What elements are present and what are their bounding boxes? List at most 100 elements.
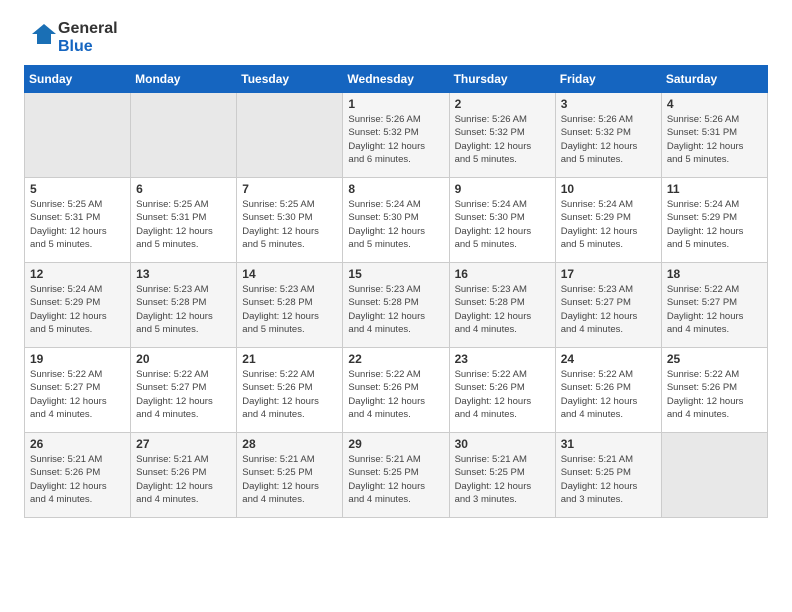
calendar-cell: 12 Sunrise: 5:24 AM Sunset: 5:29 PM Dayli… xyxy=(25,263,131,348)
day-info: Sunrise: 5:24 AM Sunset: 5:29 PM Dayligh… xyxy=(30,283,125,336)
day-number: 7 xyxy=(242,182,337,196)
week-row-3: 19 Sunrise: 5:22 AM Sunset: 5:27 PM Dayli… xyxy=(25,348,768,433)
week-row-0: 1 Sunrise: 5:26 AM Sunset: 5:32 PM Daylig… xyxy=(25,93,768,178)
day-info: Sunrise: 5:22 AM Sunset: 5:27 PM Dayligh… xyxy=(136,368,231,421)
day-number: 4 xyxy=(667,97,762,111)
day-number: 11 xyxy=(667,182,762,196)
logo-bird-icon xyxy=(24,22,56,54)
calendar-cell xyxy=(131,93,237,178)
calendar-cell: 13 Sunrise: 5:23 AM Sunset: 5:28 PM Dayli… xyxy=(131,263,237,348)
header-day-saturday: Saturday xyxy=(661,66,767,93)
day-number: 15 xyxy=(348,267,443,281)
day-number: 17 xyxy=(561,267,656,281)
day-info: Sunrise: 5:23 AM Sunset: 5:28 PM Dayligh… xyxy=(455,283,550,336)
day-info: Sunrise: 5:22 AM Sunset: 5:26 PM Dayligh… xyxy=(348,368,443,421)
day-info: Sunrise: 5:21 AM Sunset: 5:26 PM Dayligh… xyxy=(136,453,231,506)
calendar-cell: 17 Sunrise: 5:23 AM Sunset: 5:27 PM Dayli… xyxy=(555,263,661,348)
header: General Blue xyxy=(24,20,768,55)
calendar-cell: 10 Sunrise: 5:24 AM Sunset: 5:29 PM Dayli… xyxy=(555,178,661,263)
day-info: Sunrise: 5:23 AM Sunset: 5:27 PM Dayligh… xyxy=(561,283,656,336)
calendar-cell: 16 Sunrise: 5:23 AM Sunset: 5:28 PM Dayli… xyxy=(449,263,555,348)
week-row-1: 5 Sunrise: 5:25 AM Sunset: 5:31 PM Daylig… xyxy=(25,178,768,263)
day-info: Sunrise: 5:24 AM Sunset: 5:30 PM Dayligh… xyxy=(348,198,443,251)
day-number: 1 xyxy=(348,97,443,111)
day-info: Sunrise: 5:26 AM Sunset: 5:31 PM Dayligh… xyxy=(667,113,762,166)
calendar-cell: 3 Sunrise: 5:26 AM Sunset: 5:32 PM Daylig… xyxy=(555,93,661,178)
calendar-cell: 23Sunrise: 5:22 AM Sunset: 5:26 PM Dayli… xyxy=(449,348,555,433)
logo: General Blue xyxy=(24,20,118,55)
calendar-cell: 20 Sunrise: 5:22 AM Sunset: 5:27 PM Dayli… xyxy=(131,348,237,433)
day-info: Sunrise: 5:26 AM Sunset: 5:32 PM Dayligh… xyxy=(561,113,656,166)
calendar-cell: 21 Sunrise: 5:22 AM Sunset: 5:26 PM Dayli… xyxy=(237,348,343,433)
calendar-cell: 19 Sunrise: 5:22 AM Sunset: 5:27 PM Dayli… xyxy=(25,348,131,433)
day-number: 30 xyxy=(455,437,550,451)
day-info: Sunrise: 5:22 AM Sunset: 5:26 PM Dayligh… xyxy=(667,368,762,421)
calendar-cell: 27Sunrise: 5:21 AM Sunset: 5:26 PM Dayli… xyxy=(131,433,237,518)
calendar-cell xyxy=(237,93,343,178)
day-info: Sunrise: 5:24 AM Sunset: 5:29 PM Dayligh… xyxy=(561,198,656,251)
day-info: Sunrise: 5:21 AM Sunset: 5:25 PM Dayligh… xyxy=(561,453,656,506)
logo-text-general: General xyxy=(58,20,118,38)
calendar-cell: 9Sunrise: 5:24 AM Sunset: 5:30 PM Daylig… xyxy=(449,178,555,263)
day-number: 31 xyxy=(561,437,656,451)
logo-graphic: General Blue xyxy=(24,20,118,55)
day-number: 10 xyxy=(561,182,656,196)
day-number: 18 xyxy=(667,267,762,281)
calendar-cell: 25Sunrise: 5:22 AM Sunset: 5:26 PM Dayli… xyxy=(661,348,767,433)
day-number: 26 xyxy=(30,437,125,451)
day-number: 23 xyxy=(455,352,550,366)
day-number: 2 xyxy=(455,97,550,111)
header-day-sunday: Sunday xyxy=(25,66,131,93)
calendar-cell: 15 Sunrise: 5:23 AM Sunset: 5:28 PM Dayli… xyxy=(343,263,449,348)
day-info: Sunrise: 5:23 AM Sunset: 5:28 PM Dayligh… xyxy=(348,283,443,336)
header-day-monday: Monday xyxy=(131,66,237,93)
day-info: Sunrise: 5:22 AM Sunset: 5:27 PM Dayligh… xyxy=(30,368,125,421)
calendar-cell: 5 Sunrise: 5:25 AM Sunset: 5:31 PM Daylig… xyxy=(25,178,131,263)
day-number: 3 xyxy=(561,97,656,111)
day-number: 16 xyxy=(455,267,550,281)
week-row-2: 12 Sunrise: 5:24 AM Sunset: 5:29 PM Dayli… xyxy=(25,263,768,348)
header-day-tuesday: Tuesday xyxy=(237,66,343,93)
day-number: 13 xyxy=(136,267,231,281)
calendar-cell: 24Sunrise: 5:22 AM Sunset: 5:26 PM Dayli… xyxy=(555,348,661,433)
day-number: 28 xyxy=(242,437,337,451)
day-number: 6 xyxy=(136,182,231,196)
day-number: 19 xyxy=(30,352,125,366)
calendar-cell: 4 Sunrise: 5:26 AM Sunset: 5:31 PM Daylig… xyxy=(661,93,767,178)
day-info: Sunrise: 5:25 AM Sunset: 5:31 PM Dayligh… xyxy=(30,198,125,251)
day-number: 24 xyxy=(561,352,656,366)
header-row: SundayMondayTuesdayWednesdayThursdayFrid… xyxy=(25,66,768,93)
day-info: Sunrise: 5:23 AM Sunset: 5:28 PM Dayligh… xyxy=(136,283,231,336)
calendar-cell: 29Sunrise: 5:21 AM Sunset: 5:25 PM Dayli… xyxy=(343,433,449,518)
day-number: 5 xyxy=(30,182,125,196)
day-number: 29 xyxy=(348,437,443,451)
day-info: Sunrise: 5:25 AM Sunset: 5:31 PM Dayligh… xyxy=(136,198,231,251)
day-info: Sunrise: 5:24 AM Sunset: 5:29 PM Dayligh… xyxy=(667,198,762,251)
day-info: Sunrise: 5:22 AM Sunset: 5:26 PM Dayligh… xyxy=(242,368,337,421)
logo-text-blue: Blue xyxy=(58,38,118,56)
calendar-table: SundayMondayTuesdayWednesdayThursdayFrid… xyxy=(24,65,768,518)
day-number: 8 xyxy=(348,182,443,196)
day-info: Sunrise: 5:21 AM Sunset: 5:25 PM Dayligh… xyxy=(242,453,337,506)
day-info: Sunrise: 5:24 AM Sunset: 5:30 PM Dayligh… xyxy=(455,198,550,251)
day-info: Sunrise: 5:26 AM Sunset: 5:32 PM Dayligh… xyxy=(348,113,443,166)
header-day-friday: Friday xyxy=(555,66,661,93)
day-info: Sunrise: 5:25 AM Sunset: 5:30 PM Dayligh… xyxy=(242,198,337,251)
day-info: Sunrise: 5:22 AM Sunset: 5:27 PM Dayligh… xyxy=(667,283,762,336)
header-day-thursday: Thursday xyxy=(449,66,555,93)
calendar-cell xyxy=(25,93,131,178)
calendar-cell: 2 Sunrise: 5:26 AM Sunset: 5:32 PM Daylig… xyxy=(449,93,555,178)
day-number: 21 xyxy=(242,352,337,366)
calendar-cell: 8 Sunrise: 5:24 AM Sunset: 5:30 PM Daylig… xyxy=(343,178,449,263)
week-row-4: 26 Sunrise: 5:21 AM Sunset: 5:26 PM Dayli… xyxy=(25,433,768,518)
header-day-wednesday: Wednesday xyxy=(343,66,449,93)
calendar-cell: 30Sunrise: 5:21 AM Sunset: 5:25 PM Dayli… xyxy=(449,433,555,518)
calendar-cell: 14Sunrise: 5:23 AM Sunset: 5:28 PM Dayli… xyxy=(237,263,343,348)
calendar-cell xyxy=(661,433,767,518)
day-info: Sunrise: 5:26 AM Sunset: 5:32 PM Dayligh… xyxy=(455,113,550,166)
day-number: 14 xyxy=(242,267,337,281)
day-number: 22 xyxy=(348,352,443,366)
day-number: 12 xyxy=(30,267,125,281)
day-number: 20 xyxy=(136,352,231,366)
calendar-cell: 22 Sunrise: 5:22 AM Sunset: 5:26 PM Dayli… xyxy=(343,348,449,433)
